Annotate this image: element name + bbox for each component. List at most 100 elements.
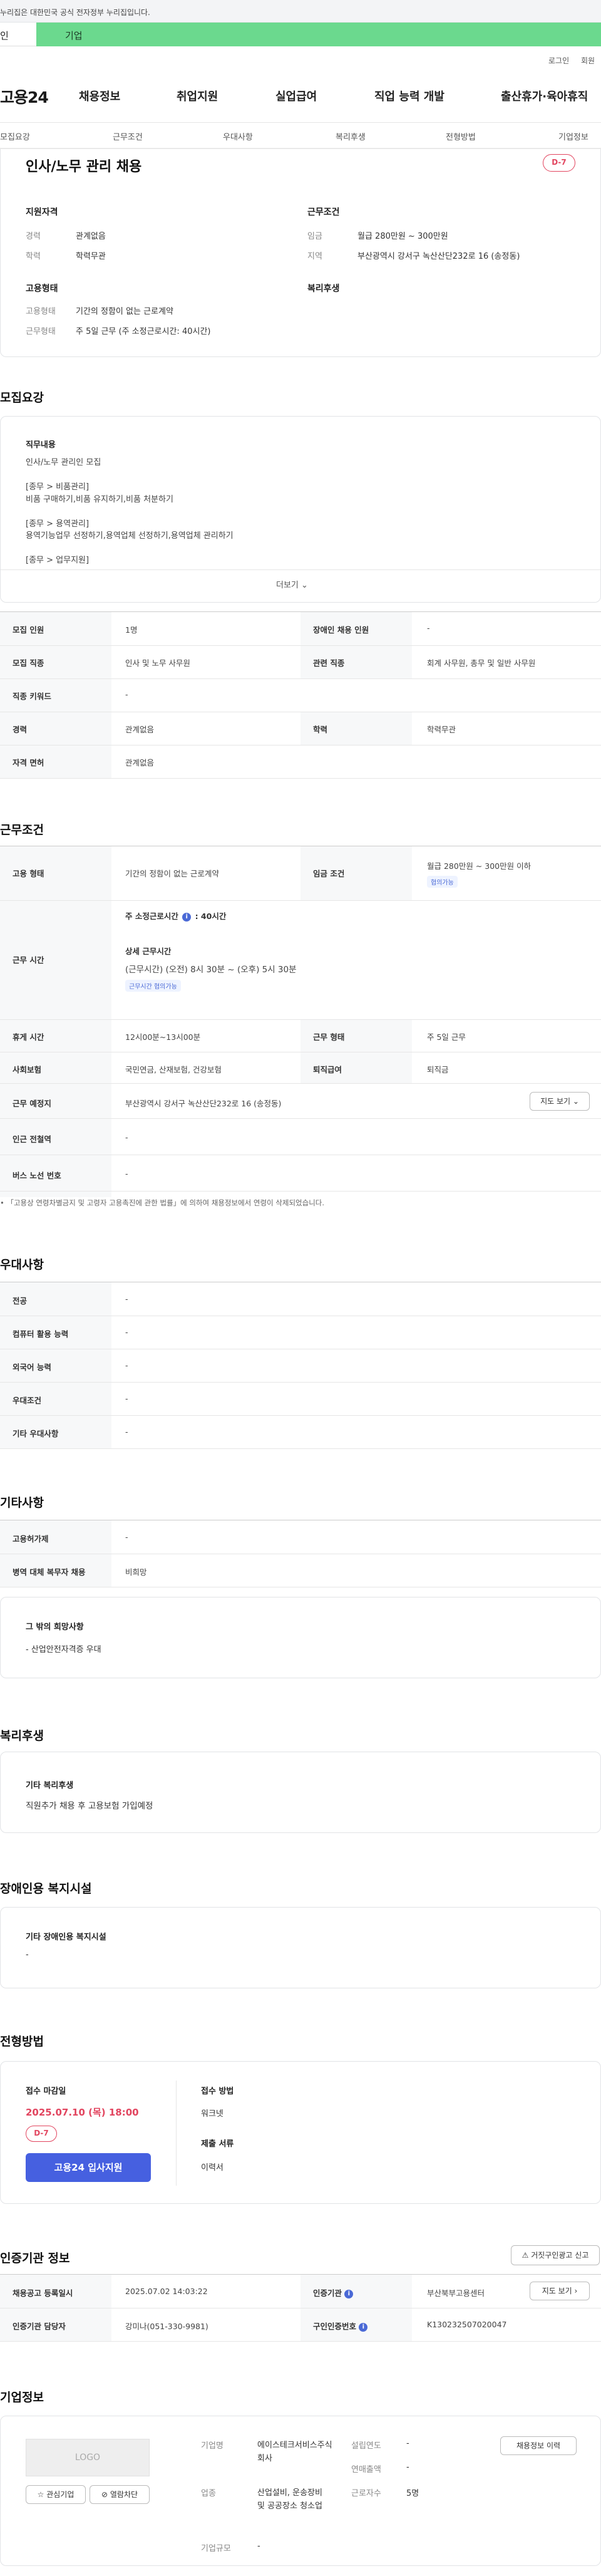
docs-value: 이력서 [201,2163,223,2173]
benefits-sub-title: 기타 복리후생 [26,1781,74,1790]
dday-badge: D-7 [26,2126,57,2142]
interest-company-button[interactable]: ☆ 관심기업 [26,2485,86,2504]
td-other-preference: - [125,1427,128,1436]
company-section-title: 기업정보 [0,2391,44,2404]
conditions-title: 근무조건 [307,207,340,217]
star-icon: ☆ [37,2490,44,2499]
agency-map-button[interactable]: 지도 보기 › [530,2282,590,2300]
duty-title: 직무내용 [26,440,56,450]
chevron-down-icon: ⌄ [572,1097,579,1106]
tab-personal[interactable]: 인 [0,23,36,46]
job-title: 인사/노무 관리 채용 [26,159,142,175]
info-icon[interactable]: i [359,2322,368,2332]
subnav-conditions[interactable]: 근무조건 [113,130,143,142]
age-law-note-text: 「고용상 연령차별금지 및 고령자 고용촉진에 관한 법률」에 의하여 채용정보… [6,1198,325,1207]
cond-value-region: 부산광역시 강서구 녹산산단232로 16 (송정동) [357,252,520,261]
recruit-section-title: 모집요강 [0,391,44,405]
summary-card: 인사/노무 관리 채용 D-7 지원자격 경력 관계없음 학력 학력무관 근무조… [0,149,601,357]
row-line [0,1415,601,1416]
th-reg-date: 채용공고 등록일시 [13,2288,73,2298]
subnav-recruit[interactable]: 모집요강 [0,130,30,142]
apply-button[interactable]: 고용24 입사지원 [26,2153,151,2182]
login-link[interactable]: 로그인 [548,55,569,66]
td-agency: 부산북부고용센터 [427,2288,485,2298]
row-line [0,2308,601,2309]
info-icon[interactable]: i [344,2289,354,2298]
td-preference: - [125,1394,128,1403]
th-background [0,846,111,1197]
duty-line: 인사/노무 관리인 모집 [26,458,101,467]
age-law-note: • 「고용상 연령차별금지 및 고령자 고용촉진에 관한 법률」에 의하여 채용… [0,1198,325,1207]
th-preference: 우대조건 [13,1396,42,1405]
recruit-history-button[interactable]: 채용정보 이력 [500,2436,577,2455]
benefits-card: 기타 복리후생 직원추가 채용 후 고용보험 가입예정 [0,1752,601,1833]
gnb-item-unemployment-benefit[interactable]: 실업급여 [275,88,317,104]
report-fake-ad-button[interactable]: ⚠ 거짓구인광고 신고 [511,2245,600,2265]
map-view-button[interactable]: 지도 보기 ⌄ [530,1092,590,1111]
block-view-button[interactable]: ⊘ 열람차단 [90,2485,150,2504]
duty-content: 인사/노무 관리인 모집 [종무 > 비품관리] 비품 구매하기,비품 유지하기… [26,457,234,567]
qual-label-career: 경력 [26,232,41,241]
td-insurance: 국민연금, 산재보험, 건강보험 [125,1065,222,1074]
method-value: 워크넷 [201,2109,223,2119]
subnav-company[interactable]: 기업정보 [558,130,588,142]
company-logo: LOGO [26,2439,150,2476]
th-severance: 퇴직급여 [313,1065,342,1074]
th-manager: 인증기관 담당자 [13,2322,66,2331]
th-agency: 인증기관 i [313,2287,354,2298]
company-founded-value: - [406,2439,409,2448]
cond-label-region: 지역 [307,252,322,261]
td-computer: - [125,1327,128,1337]
gnb-item-jobs[interactable]: 채용정보 [79,88,120,104]
row-line [0,1191,601,1192]
site-logo[interactable]: 고용24 [0,85,49,108]
duty-line [26,543,234,555]
disability-sub-title: 기타 장애인용 복지시설 [26,1933,106,1942]
emp-value-worktype: 주 5일 근무 (주 소정근로시간: 40시간) [76,327,211,336]
gnb-item-employment-support[interactable]: 취업지원 [177,88,218,104]
more-button[interactable]: 더보기 ⌄ [276,578,308,590]
warning-icon: ⚠ [521,2251,529,2260]
detail-hours: (근무시간) (오전) 8시 30분 ~ (오후) 5시 30분 [125,965,297,975]
td-break: 12시00분~13시00분 [125,1032,201,1042]
report-label: 거짓구인광고 신고 [531,2251,589,2260]
company-revenue-label: 연매출액 [351,2465,381,2475]
deadline-value: 2025.07.10 (목) 18:00 [26,2107,139,2118]
td-work-permit: - [125,1532,128,1542]
th-job-category: 모집 직종 [13,658,44,668]
info-icon[interactable]: i [182,912,192,922]
header-divider [0,122,601,123]
tab-company[interactable]: 기업 [36,23,601,46]
td-keyword: - [125,690,128,699]
disability-card: 기타 장애인용 복지시설 - [0,1907,601,1988]
td-major: - [125,1294,128,1304]
join-link[interactable]: 회원 [581,55,595,66]
gnb-item-job-training[interactable]: 직업 능력 개발 [374,88,444,104]
etc-section-title: 기타사항 [0,1496,44,1510]
company-employees-value: 5명 [406,2489,419,2498]
td-bus: - [125,1169,128,1178]
company-industry-value: 산업설비, 운송장비 및 공공장소 청소업 [257,2488,322,2511]
cond-value-wage: 월급 280만원 ~ 300만원 [357,232,448,241]
subnav-welfare[interactable]: 복리후생 [336,130,366,142]
weekly-hours-label: 주 소정근로시간 [125,911,178,921]
qual-value-career: 관계없음 [76,232,106,241]
th-agency-label: 인증기관 [313,2288,342,2298]
th-break: 휴게 시간 [13,1032,44,1042]
weekly-hours: 주 소정근로시간 i : 40시간 [125,911,227,922]
company-card: LOGO ☆ 관심기업 ⊘ 열람차단 기업명 에이스테크서비스주식회사 업종 산… [0,2416,601,2566]
detail-hours-title: 상세 근무시간 [125,947,172,956]
duty-line: [종무 > 비품관리] [26,482,90,492]
row-line [0,1382,601,1383]
work-section-title: 근무조건 [0,823,44,837]
subnav-preference[interactable]: 우대사항 [223,130,253,142]
emp-value-type: 기간의 정함이 없는 근로계약 [76,307,173,316]
gnb-item-parental-leave[interactable]: 출산휴가·육아휴직 [501,88,588,104]
employment-title: 고용형태 [26,284,58,294]
qual-label-education: 학력 [26,252,41,261]
disability-value: - [26,1950,29,1960]
method-label: 접수 방법 [201,2087,234,2096]
subnav-process[interactable]: 전형방법 [446,130,476,142]
th-major: 전공 [13,1296,28,1306]
company-size-value: - [257,2542,260,2551]
